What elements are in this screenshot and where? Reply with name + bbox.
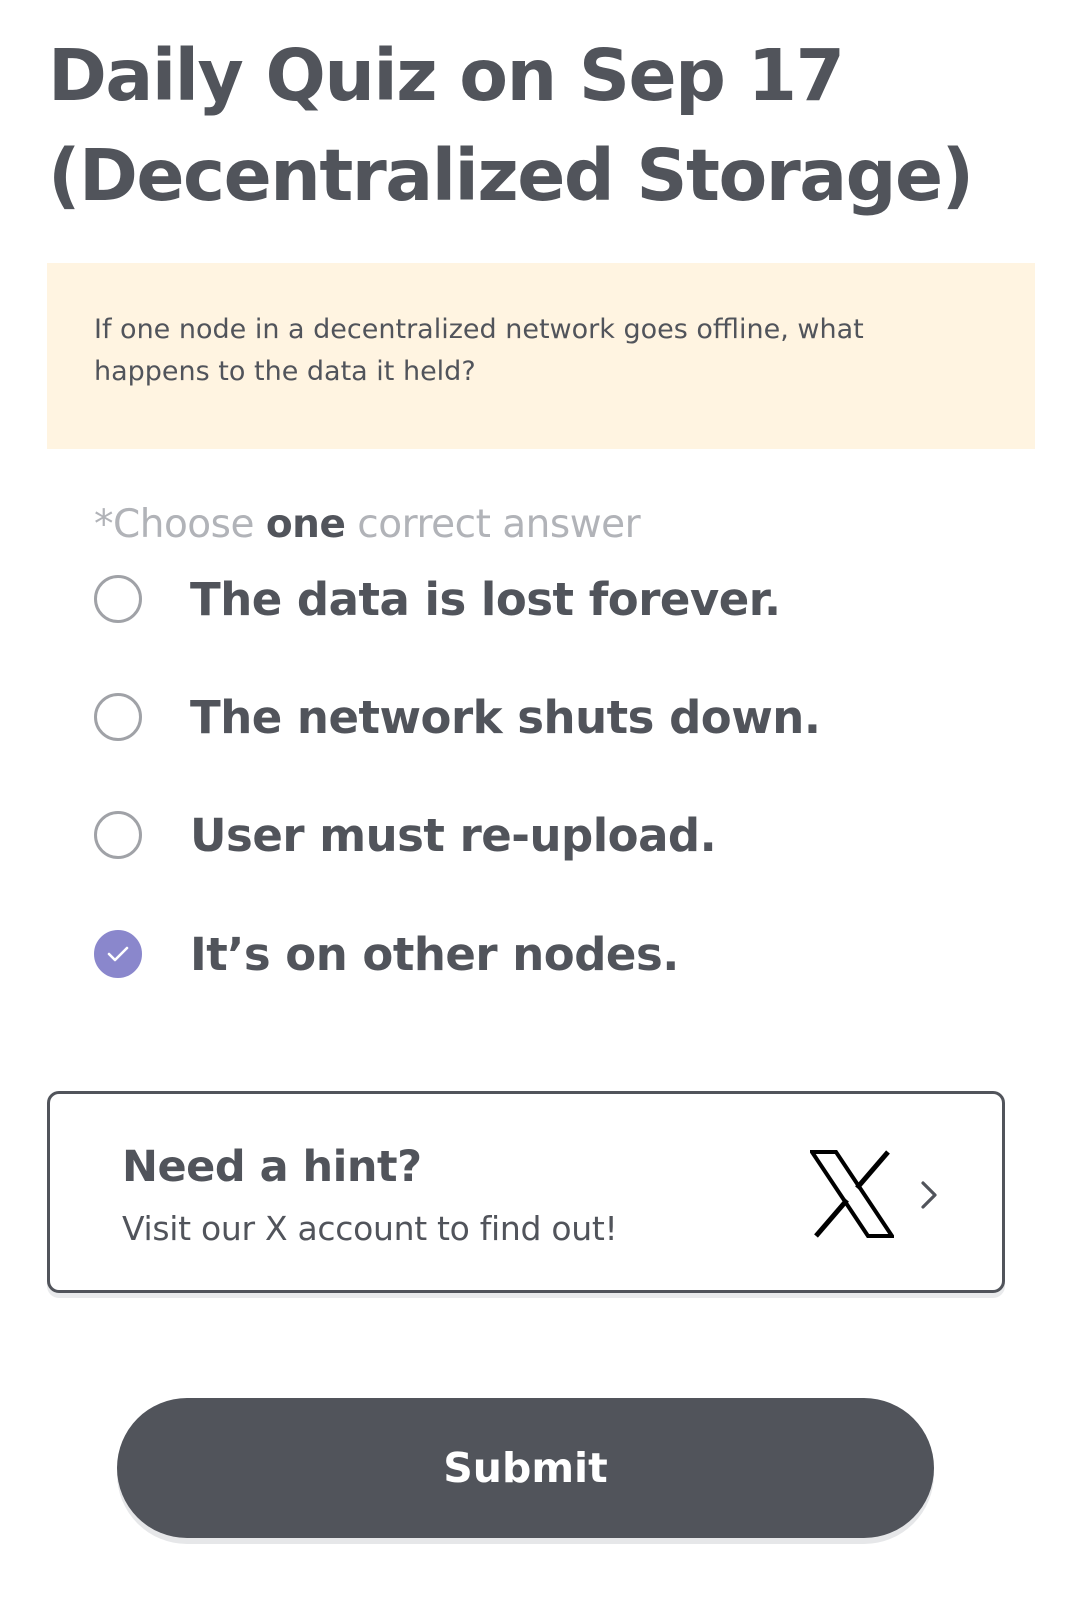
page-title: Daily Quiz on Sep 17 (Decentralized Stor…	[48, 26, 1028, 226]
chevron-right-icon	[921, 1181, 937, 1209]
hint-subtitle: Visit our X account to find out!	[122, 1209, 618, 1248]
hint-title: Need a hint?	[122, 1142, 422, 1192]
page-title-line-1: Daily Quiz on Sep 17	[48, 34, 845, 117]
answer-instruction: *Choose one correct answer	[94, 500, 641, 550]
page-title-line-2: (Decentralized Storage)	[48, 134, 974, 217]
answer-option-2[interactable]: The network shuts down.	[94, 687, 821, 747]
submit-button[interactable]: Submit	[117, 1398, 934, 1538]
radio-button[interactable]	[94, 811, 142, 859]
x-logo-icon	[810, 1150, 894, 1238]
instruction-emphasis: one	[265, 502, 346, 547]
instruction-prefix: *Choose	[94, 502, 266, 547]
answer-option-label: It’s on other nodes.	[190, 927, 679, 981]
instruction-suffix: correct answer	[345, 502, 641, 547]
radio-button-selected[interactable]	[94, 930, 142, 978]
hint-card[interactable]: Need a hint? Visit our X account to find…	[47, 1091, 1005, 1293]
answer-option-4[interactable]: It’s on other nodes.	[94, 924, 679, 984]
question-panel: If one node in a decentralized network g…	[47, 263, 1035, 449]
checkmark-icon	[107, 946, 129, 962]
answer-option-label: User must re-upload.	[190, 808, 717, 862]
question-text: If one node in a decentralized network g…	[94, 314, 864, 387]
radio-button[interactable]	[94, 693, 142, 741]
answer-option-label: The data is lost forever.	[190, 572, 781, 626]
radio-button[interactable]	[94, 575, 142, 623]
answer-option-label: The network shuts down.	[190, 690, 821, 744]
answer-option-3[interactable]: User must re-upload.	[94, 805, 717, 865]
answer-option-1[interactable]: The data is lost forever.	[94, 569, 781, 629]
